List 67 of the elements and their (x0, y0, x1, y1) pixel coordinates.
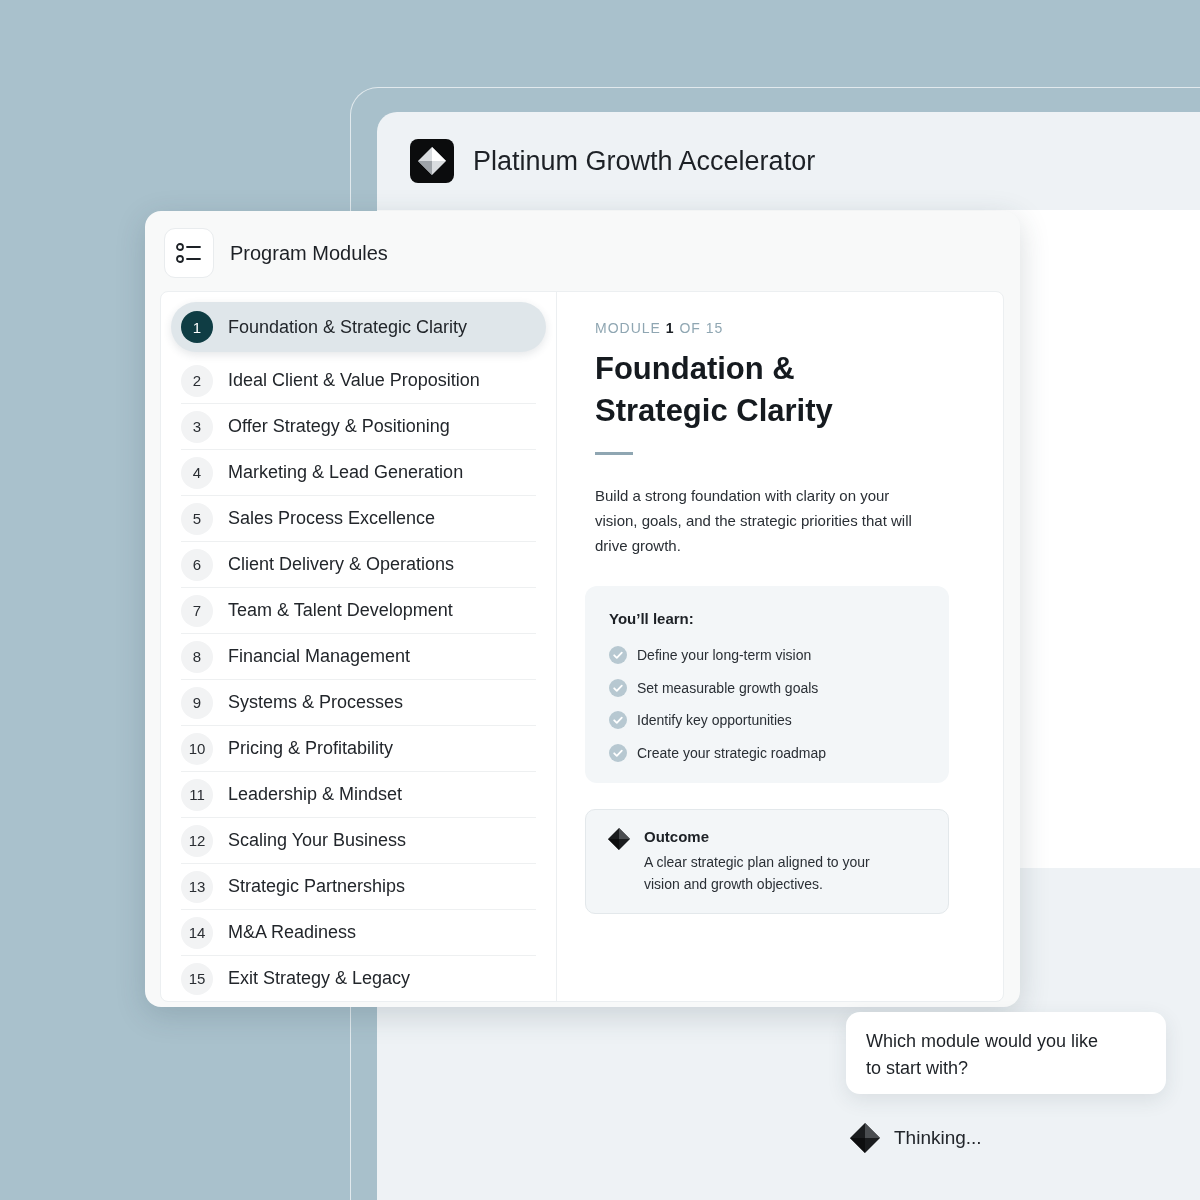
check-icon (609, 711, 627, 730)
module-number: 14 (181, 916, 213, 949)
module-item[interactable]: 4 Marketing & Lead Generation (181, 450, 536, 496)
module-number: 3 (181, 410, 213, 443)
module-description: Build a strong foundation with clarity on your vision, goals, and the strategic priorities that will drive growth. (595, 486, 913, 556)
module-title: Pricing & Profitability (228, 738, 394, 759)
check-icon (609, 678, 627, 697)
module-item[interactable]: 14 M&A Readiness (181, 910, 536, 956)
check-icon (609, 646, 627, 665)
module-number: 6 (181, 548, 213, 581)
module-title: Strategic Partnerships (228, 876, 406, 897)
learn-item: Create your strategic roadmap (637, 744, 827, 761)
module-title: Marketing & Lead Generation (228, 462, 464, 483)
module-number: 4 (181, 456, 213, 489)
module-item[interactable]: 12 Scaling Your Business (181, 818, 536, 864)
module-title: Sales Process Excellence (228, 508, 436, 529)
module-heading: Foundation & Strategic Clarity (595, 350, 834, 430)
module-number: 15 (181, 962, 213, 995)
learn-item: Identify key opportunities (637, 712, 792, 729)
module-item[interactable]: 1 Foundation & Strategic Clarity (171, 302, 546, 352)
module-title: Offer Strategy & Positioning (228, 416, 450, 437)
module-number: 10 (181, 732, 213, 765)
module-title: Systems & Processes (228, 692, 404, 713)
module-counter: MODULE 1 OF 15 (595, 320, 725, 336)
module-title: M&A Readiness (228, 922, 357, 943)
chat-message: Which module would you like to start with? (866, 1030, 1100, 1080)
module-number: 12 (181, 824, 213, 857)
module-item[interactable]: 15 Exit Strategy & Legacy (181, 956, 536, 1001)
module-item[interactable]: 8 Financial Management (181, 634, 536, 680)
module-item[interactable]: 11 Leadership & Mindset (181, 772, 536, 818)
module-title: Team & Talent Development (228, 600, 453, 621)
panel-title: Program Modules (230, 241, 388, 265)
learn-item: Set measurable growth goals (637, 679, 819, 696)
list-icon (164, 228, 214, 278)
module-number: 11 (181, 778, 213, 811)
logo-icon (410, 139, 454, 183)
module-item[interactable]: 6 Client Delivery & Operations (181, 542, 536, 588)
learn-item: Define your long-term vision (637, 647, 812, 664)
module-title: Scaling Your Business (228, 830, 407, 851)
module-number: 5 (181, 502, 213, 535)
module-item[interactable]: 9 Systems & Processes (181, 680, 536, 726)
diamond-icon (850, 1123, 880, 1153)
module-number: 2 (181, 364, 213, 397)
module-title: Client Delivery & Operations (228, 554, 455, 575)
module-item[interactable]: 3 Offer Strategy & Positioning (181, 404, 536, 450)
outcome-heading: Outcome (644, 828, 710, 845)
module-item[interactable]: 13 Strategic Partnerships (181, 864, 536, 910)
module-number: 1 (181, 311, 213, 343)
diamond-icon (608, 828, 630, 850)
module-title: Ideal Client & Value Proposition (228, 370, 480, 391)
module-item[interactable]: 7 Team & Talent Development (181, 588, 536, 634)
module-title: Exit Strategy & Legacy (228, 968, 411, 989)
module-number: 13 (181, 870, 213, 903)
module-number: 8 (181, 640, 213, 673)
module-item[interactable]: 10 Pricing & Profitability (181, 726, 536, 772)
learn-heading: You’ll learn: (609, 610, 695, 627)
module-title: Leadership & Mindset (228, 784, 403, 805)
thinking-status: Thinking... (894, 1127, 982, 1149)
module-item[interactable]: 5 Sales Process Excellence (181, 496, 536, 542)
module-number: 7 (181, 594, 213, 627)
module-item[interactable]: 2 Ideal Client & Value Proposition (181, 358, 536, 404)
module-title: Foundation & Strategic Clarity (228, 316, 468, 338)
app-title: Platinum Growth Accelerator (473, 145, 816, 177)
check-icon (609, 743, 627, 762)
module-number: 9 (181, 686, 213, 719)
module-title: Financial Management (228, 646, 411, 667)
outcome-text: A clear strategic plan aligned to your vision and growth objectives. (644, 853, 871, 894)
